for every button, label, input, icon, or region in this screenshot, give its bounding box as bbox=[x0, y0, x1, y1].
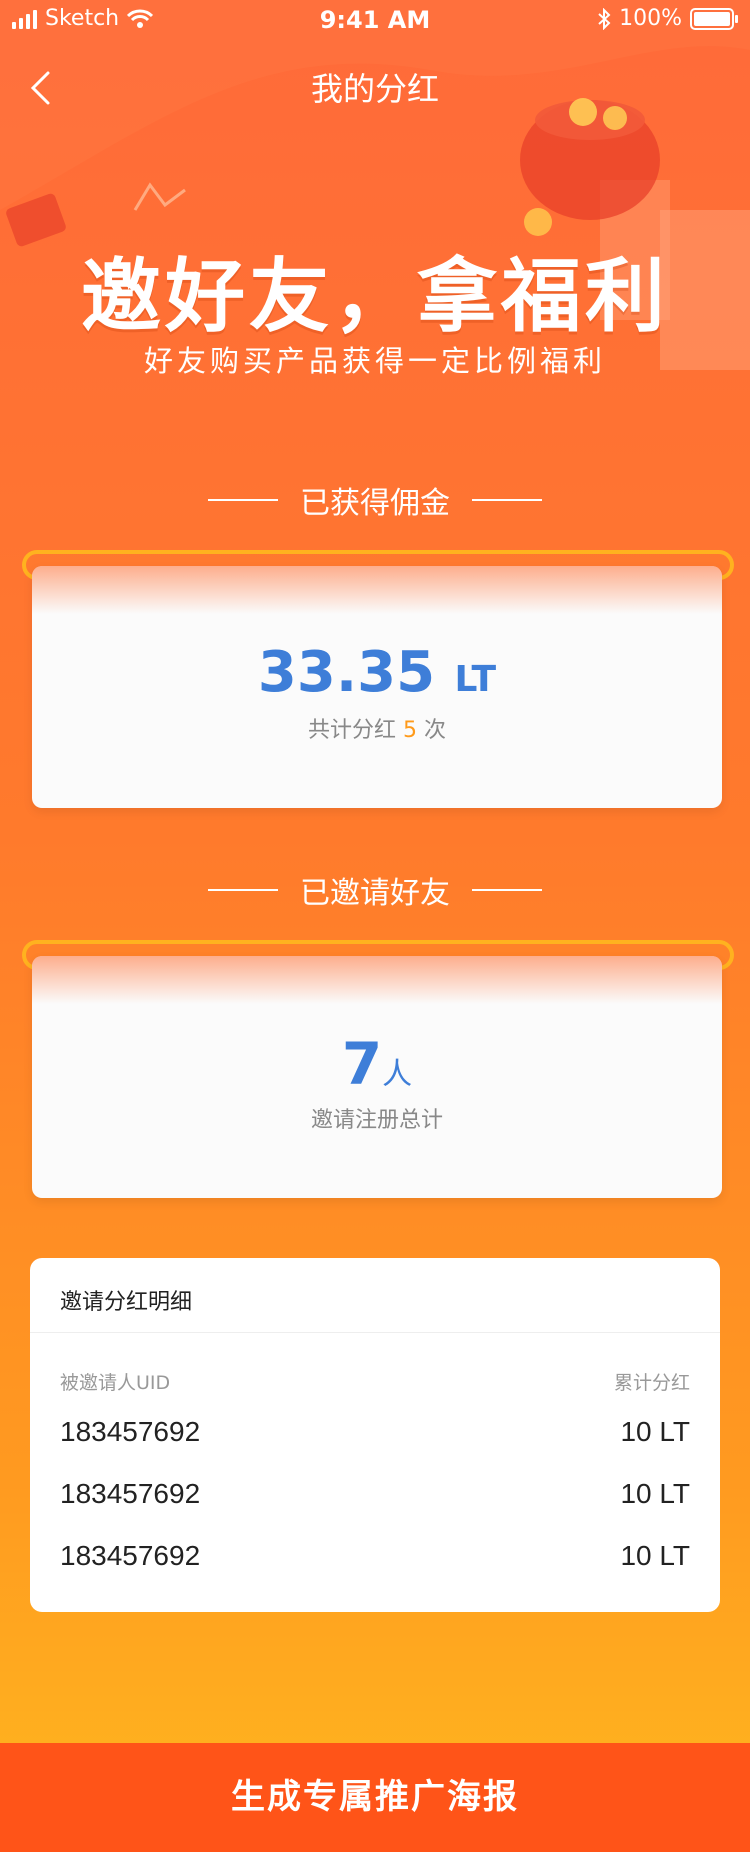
battery-percent: 100% bbox=[619, 6, 682, 31]
row-total: 10 LT bbox=[620, 1540, 690, 1571]
invited-count: 7 bbox=[341, 1030, 383, 1098]
invited-caption: 邀请注册总计 bbox=[310, 1108, 443, 1133]
column-header-total: 累计分红 bbox=[613, 1372, 690, 1394]
divider-line bbox=[472, 889, 542, 891]
invited-unit: 人 bbox=[382, 1057, 413, 1092]
table-row: 183457692 10 LT bbox=[60, 1540, 690, 1580]
row-total: 10 LT bbox=[620, 1416, 690, 1447]
commission-card: 33.35 LT 共计分红 5 次 bbox=[32, 566, 722, 808]
invited-section-title: 已邀请好友 bbox=[0, 868, 750, 912]
row-uid: 183457692 bbox=[60, 1478, 201, 1509]
commission-section-label: 已获得佣金 bbox=[300, 486, 450, 521]
commission-count: 5 bbox=[403, 718, 417, 743]
hero-subtitle: 好友购买产品获得一定比例福利 bbox=[143, 344, 606, 378]
row-uid: 183457692 bbox=[60, 1540, 201, 1571]
divider-line bbox=[208, 889, 278, 891]
status-right: 100% bbox=[597, 6, 738, 31]
table-row: 183457692 10 LT bbox=[60, 1478, 690, 1518]
row-total: 10 LT bbox=[620, 1478, 690, 1509]
row-uid: 183457692 bbox=[60, 1416, 201, 1447]
commission-count-line: 共计分红 5 次 bbox=[32, 712, 722, 744]
battery-icon bbox=[690, 7, 738, 30]
detail-title: 邀请分红明细 bbox=[60, 1290, 193, 1315]
hero-title: 邀好友，拿福利 bbox=[81, 250, 669, 343]
dividend-detail-card: 邀请分红明细 被邀请人UID 累计分红 183457692 10 LT 1834… bbox=[30, 1258, 720, 1612]
commission-section-title: 已获得佣金 bbox=[0, 478, 750, 522]
detail-divider bbox=[30, 1332, 720, 1333]
table-row: 183457692 10 LT bbox=[60, 1416, 690, 1456]
bluetooth-icon bbox=[598, 7, 611, 30]
commission-amount-line: 33.35 LT bbox=[32, 640, 722, 705]
column-header-uid: 被邀请人UID bbox=[60, 1372, 171, 1394]
divider-line bbox=[472, 499, 542, 501]
commission-amount: 33.35 bbox=[257, 640, 436, 705]
commission-count-suffix: 次 bbox=[424, 718, 447, 743]
invited-count-line: 7人 bbox=[32, 1030, 722, 1098]
generate-poster-button[interactable]: 生成专属推广海报 bbox=[0, 1743, 750, 1852]
commission-unit: LT bbox=[454, 659, 497, 700]
divider-line bbox=[208, 499, 278, 501]
invited-section-label: 已邀请好友 bbox=[300, 876, 450, 911]
commission-count-prefix: 共计分红 bbox=[307, 718, 396, 743]
status-bar: Sketch 9:41 AM 100% bbox=[0, 0, 750, 40]
invited-card: 7人 邀请注册总计 bbox=[32, 956, 722, 1198]
page-title: 我的分红 bbox=[310, 70, 439, 108]
